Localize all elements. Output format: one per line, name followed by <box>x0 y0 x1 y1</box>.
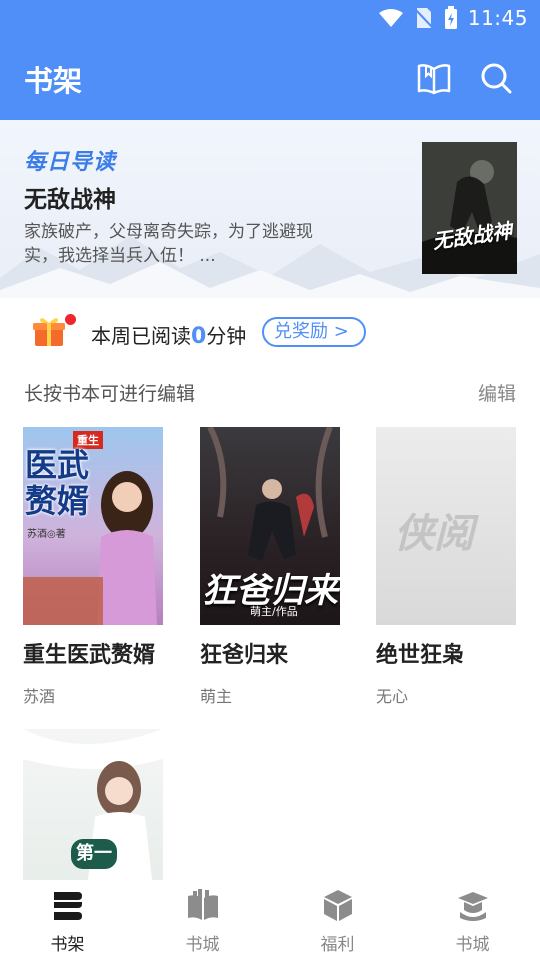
book-cover[interactable]: 狂爸归来 萌主/作品 <box>200 427 340 625</box>
weekly-reading-suffix: 分钟 <box>206 324 247 348</box>
book-cover-title: 医武赘婿 <box>25 446 90 520</box>
daily-read-cover[interactable]: 无敌战神 <box>422 142 517 274</box>
daily-read-description: 家族破产，父母离奇失踪，为了逃避现实，我选择当兵入伍！ ... <box>24 222 313 266</box>
nav-label: 书架 <box>50 935 85 955</box>
open-book-icon[interactable] <box>416 60 452 96</box>
app-bar: 书架 <box>0 36 540 120</box>
book-cover-tag: 第一 <box>71 839 117 869</box>
nav-label: 福利 <box>320 935 355 955</box>
book-author: 无心 <box>376 687 409 706</box>
weekly-reading-minutes: 0 <box>191 324 207 349</box>
book-item[interactable]: 侠阅 绝世狂枭 无心 <box>376 427 516 707</box>
book-cover[interactable]: 侠阅 <box>376 427 516 625</box>
book-cover-author: 苏酒◎著 <box>27 529 66 540</box>
daily-read-title: 无敌战神 <box>24 187 116 213</box>
nav-item-bookshelf[interactable]: 书架 <box>0 880 135 960</box>
no-sim-icon <box>414 8 434 29</box>
status-time: 11:45 <box>467 6 528 30</box>
edit-button[interactable]: 编辑 <box>478 379 516 406</box>
book-cover-author: 萌主/作品 <box>250 605 298 618</box>
status-bar: 11:45 <box>0 0 540 36</box>
nav-item-bookstore-2[interactable]: 书城 <box>405 880 540 960</box>
book-item[interactable]: 重生 医武赘婿 苏酒◎著 重生医武赘婿 苏酒 <box>23 427 163 707</box>
nav-item-welfare[interactable]: 福利 <box>270 880 405 960</box>
book-title: 绝世狂枭 <box>376 643 465 668</box>
gift-box-icon <box>323 890 352 921</box>
book-author: 萌主 <box>200 687 233 706</box>
mortarboard-icon <box>457 892 488 921</box>
weekly-reading-text: 本周已阅读0分钟 <box>91 320 246 349</box>
weekly-reading-prefix: 本周已阅读 <box>91 324 191 348</box>
book-title: 重生医武赘婿 <box>23 643 156 668</box>
notification-dot <box>65 314 76 325</box>
book-author: 苏酒 <box>23 687 56 706</box>
book-cover-placeholder-logo: 侠阅 <box>394 510 474 557</box>
bottom-navigation: 书架 书城 福利 书城 <box>0 880 540 960</box>
shelf-edit-hint: 长按书本可进行编辑 <box>24 383 196 405</box>
search-icon[interactable] <box>478 60 514 96</box>
redeem-reward-button[interactable]: 兑奖励 > <box>262 317 366 347</box>
nav-label: 书城 <box>185 935 220 955</box>
gift-icon[interactable] <box>32 314 66 348</box>
book-stack-icon <box>187 889 218 920</box>
page-title: 书架 <box>24 64 83 98</box>
book-item[interactable]: 狂爸归来 萌主/作品 狂爸归来 萌主 <box>200 427 340 707</box>
cover-figure-art <box>422 142 517 274</box>
nav-item-bookstore[interactable]: 书城 <box>135 880 270 960</box>
battery-charging-icon <box>444 6 457 29</box>
reading-reward-row: 本周已阅读0分钟 兑奖励 > <box>0 298 540 368</box>
book-title: 狂爸归来 <box>200 643 289 668</box>
bookshelf-icon <box>53 892 82 920</box>
wifi-icon <box>378 9 403 27</box>
book-cover[interactable]: 重生 医武赘婿 苏酒◎著 <box>23 427 163 625</box>
daily-read-banner[interactable]: 每日导读 无敌战神 家族破产，父母离奇失踪，为了逃避现实，我选择当兵入伍！ ..… <box>0 120 540 298</box>
daily-read-tag: 每日导读 <box>24 150 117 175</box>
nav-label: 书城 <box>455 935 490 955</box>
